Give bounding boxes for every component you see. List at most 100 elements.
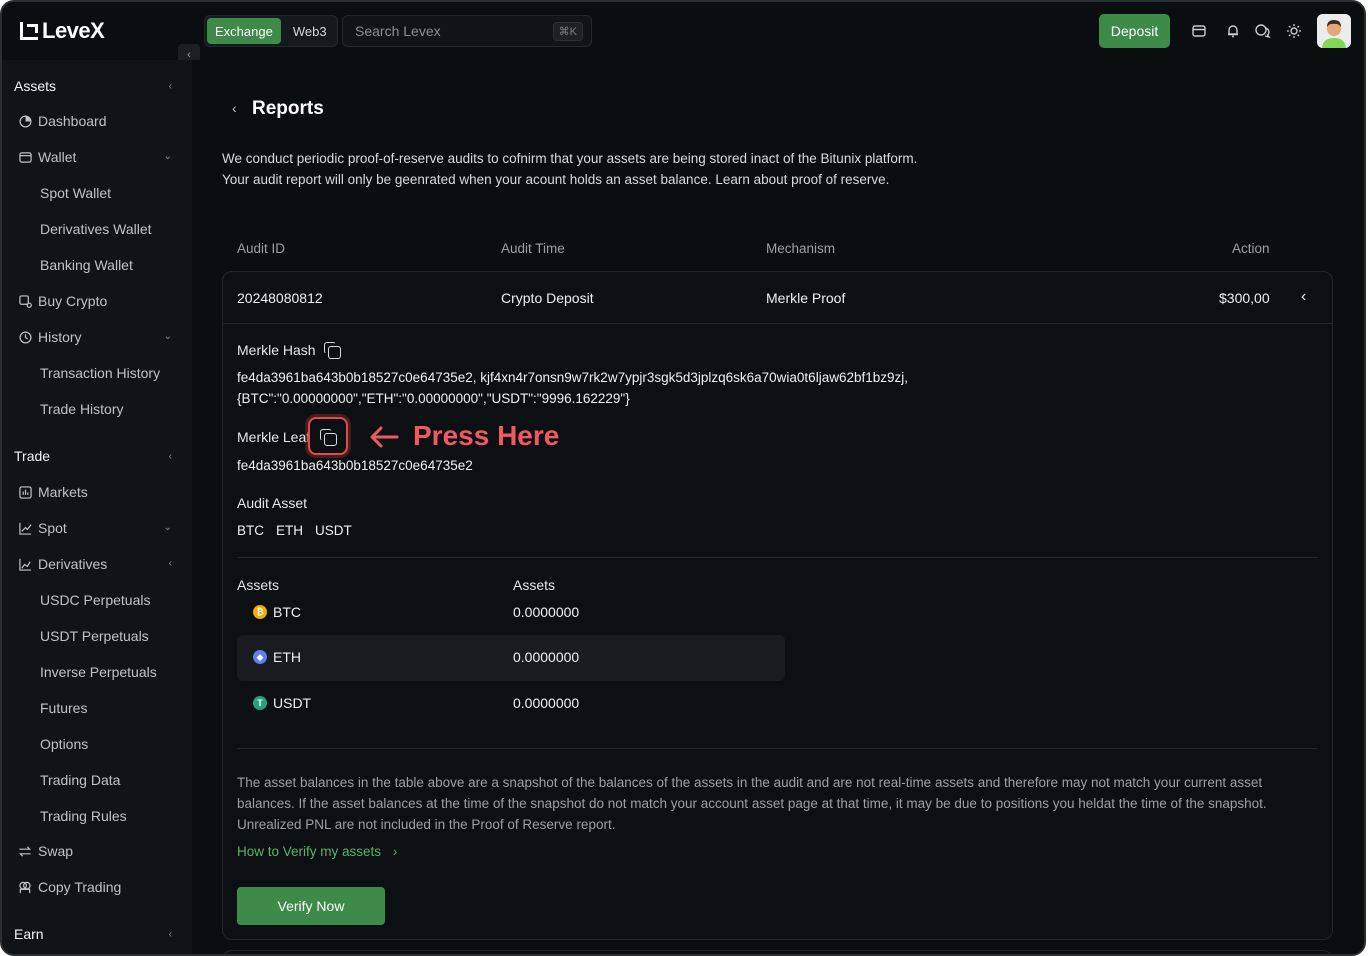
copy-icon[interactable] — [324, 342, 341, 359]
sidebar-item-label: Dashboard — [38, 113, 107, 129]
sidebar: Assets ‹ Dashboard Wallet ⌄ Spot Wallet … — [2, 60, 192, 954]
chevron-down-icon[interactable]: ⌄ — [164, 331, 172, 342]
column-header-mechanism: Mechanism — [766, 241, 836, 256]
table-row[interactable]: 20248080812 Crypto Deposit Merkle Proof … — [223, 272, 1332, 324]
search-shortcut: ⌘K — [552, 21, 583, 41]
annotation-label: Press Here — [413, 420, 560, 451]
merkle-hash-label: Merkle Hash — [237, 342, 316, 358]
sidebar-item-swap[interactable]: Swap — [18, 843, 73, 859]
sidebar-item-label: Wallet — [38, 149, 77, 165]
merkle-leaf-label: Merkle Leaf — [237, 429, 311, 445]
sidebar-item-derivatives-wallet[interactable]: Derivatives Wallet — [40, 221, 152, 237]
sidebar-item-copy-trading[interactable]: Copy Trading — [18, 879, 121, 895]
sidebar-item-buy-crypto[interactable]: Buy Crypto — [18, 293, 107, 309]
sun-icon[interactable] — [1285, 22, 1303, 40]
sidebar-item-history[interactable]: History — [18, 329, 82, 345]
sidebar-item-usdt-perpetuals[interactable]: USDT Perpetuals — [40, 628, 149, 644]
chevron-left-icon[interactable]: ‹ — [169, 929, 172, 940]
sidebar-item-label: Markets — [38, 484, 88, 500]
sidebar-item-label: Swap — [38, 843, 74, 859]
sidebar-item-label: Buy Crypto — [38, 293, 108, 309]
audit-asset-eth: ETH — [276, 523, 303, 538]
tab-web3[interactable]: Web3 — [285, 18, 335, 44]
sidebar-section-earn[interactable]: Earn — [14, 926, 44, 942]
wallet-icon — [18, 150, 32, 164]
sidebar-item-banking-wallet[interactable]: Banking Wallet — [40, 257, 133, 273]
app-window: LeveX Exchange Web3 ⌘K Deposit ‹ Assets — [0, 0, 1366, 956]
merkle-hash-value: fe4da3961ba643b0b18527c0e64735e2, kjf4xn… — [237, 367, 908, 409]
merkle-leaf-value: fe4da3961ba643b0b18527c0e64735e2 — [237, 458, 473, 473]
verify-assets-link[interactable]: How to Verify my assets › — [237, 844, 397, 859]
asset-name: ETH — [273, 649, 301, 665]
intro-line-1: We conduct periodic proof-of-reserve aud… — [222, 151, 918, 166]
sidebar-item-dashboard[interactable]: Dashboard — [18, 113, 107, 129]
search-input[interactable] — [355, 23, 553, 39]
cart-icon — [18, 294, 32, 308]
logo-text: LeveX — [42, 18, 105, 43]
sidebar-section-trade[interactable]: Trade — [14, 448, 50, 464]
sidebar-item-inverse-perpetuals[interactable]: Inverse Perpetuals — [40, 664, 157, 680]
tab-exchange[interactable]: Exchange — [207, 18, 281, 44]
markets-icon — [18, 485, 32, 499]
audit-asset-label: Audit Asset — [237, 495, 308, 511]
sidebar-section-assets[interactable]: Assets — [14, 78, 56, 94]
sidebar-item-markets[interactable]: Markets — [18, 484, 88, 500]
swap-icon — [18, 844, 32, 858]
copy-trading-icon — [18, 880, 32, 894]
chevron-down-icon[interactable]: ⌄ — [164, 151, 172, 162]
audit-id-cell: 20248080812 — [237, 290, 323, 306]
chevron-left-icon[interactable]: ‹ — [169, 81, 172, 92]
deposit-button[interactable]: Deposit — [1099, 14, 1170, 48]
sidebar-item-transaction-history[interactable]: Transaction History — [40, 365, 160, 381]
audit-time-cell: Crypto Deposit — [501, 290, 594, 306]
bell-icon[interactable] — [1224, 22, 1242, 40]
wallet-icon[interactable] — [1190, 22, 1208, 40]
asset-value: 0.0000000 — [513, 604, 580, 620]
sidebar-item-wallet[interactable]: Wallet — [18, 149, 76, 165]
intro-text: We conduct periodic proof-of-reserve aud… — [222, 148, 917, 190]
search-box: ⌘K — [342, 15, 592, 47]
chevron-left-icon[interactable]: ‹ — [169, 451, 172, 462]
row-collapse-icon[interactable]: ‹ — [1301, 288, 1306, 306]
next-audit-card — [222, 950, 1333, 954]
sidebar-item-label: Copy Trading — [38, 879, 122, 895]
chevron-down-icon[interactable]: ⌄ — [164, 522, 172, 533]
sidebar-item-label: Derivatives — [38, 556, 108, 572]
arrow-left-icon — [370, 426, 399, 448]
intro-line-2: Your audit report will only be geenrated… — [222, 172, 890, 187]
snapshot-note: The asset balances in the table above ar… — [237, 775, 1267, 832]
copy-icon[interactable] — [320, 429, 337, 446]
sidebar-item-label: Spot — [38, 520, 67, 536]
logo[interactable]: LeveX — [20, 18, 105, 44]
verify-link-label: How to Verify my assets — [237, 844, 382, 859]
column-header-audit-time: Audit Time — [501, 241, 565, 256]
divider — [237, 748, 1318, 749]
sidebar-item-derivatives[interactable]: Derivatives — [18, 556, 107, 572]
eth-icon: ◆ — [253, 650, 267, 664]
asset-name: USDT — [273, 695, 312, 711]
sidebar-item-trading-data[interactable]: Trading Data — [40, 772, 120, 788]
chart-line-icon — [18, 521, 32, 535]
sidebar-item-label: History — [38, 329, 82, 345]
sidebar-item-trade-history[interactable]: Trade History — [40, 401, 124, 417]
top-bar: LeveX Exchange Web3 ⌘K Deposit — [2, 2, 1364, 60]
audit-asset-usdt: USDT — [315, 523, 352, 538]
sidebar-item-spot-wallet[interactable]: Spot Wallet — [40, 185, 111, 201]
asset-value: 0.0000000 — [513, 649, 580, 665]
exchange-web3-switch: Exchange Web3 — [204, 15, 338, 47]
action-cell: $300,00 — [1219, 290, 1270, 306]
sidebar-item-futures[interactable]: Futures — [40, 700, 87, 716]
avatar[interactable] — [1317, 14, 1351, 48]
back-icon[interactable]: ‹ — [232, 100, 237, 116]
logo-icon — [20, 22, 38, 40]
sidebar-item-usdc-perpetuals[interactable]: USDC Perpetuals — [40, 592, 151, 608]
sidebar-item-options[interactable]: Options — [40, 736, 88, 752]
sidebar-item-trading-rules[interactable]: Trading Rules — [40, 808, 127, 824]
column-header-audit-id: Audit ID — [237, 241, 286, 256]
sidebar-item-spot[interactable]: Spot — [18, 520, 67, 536]
column-header-action: Action — [1232, 241, 1270, 256]
chat-icon[interactable] — [1254, 22, 1272, 40]
verify-now-button[interactable]: Verify Now — [237, 887, 385, 925]
audit-card: 20248080812 Crypto Deposit Merkle Proof … — [222, 271, 1333, 940]
chevron-left-icon[interactable]: ‹ — [169, 558, 172, 569]
